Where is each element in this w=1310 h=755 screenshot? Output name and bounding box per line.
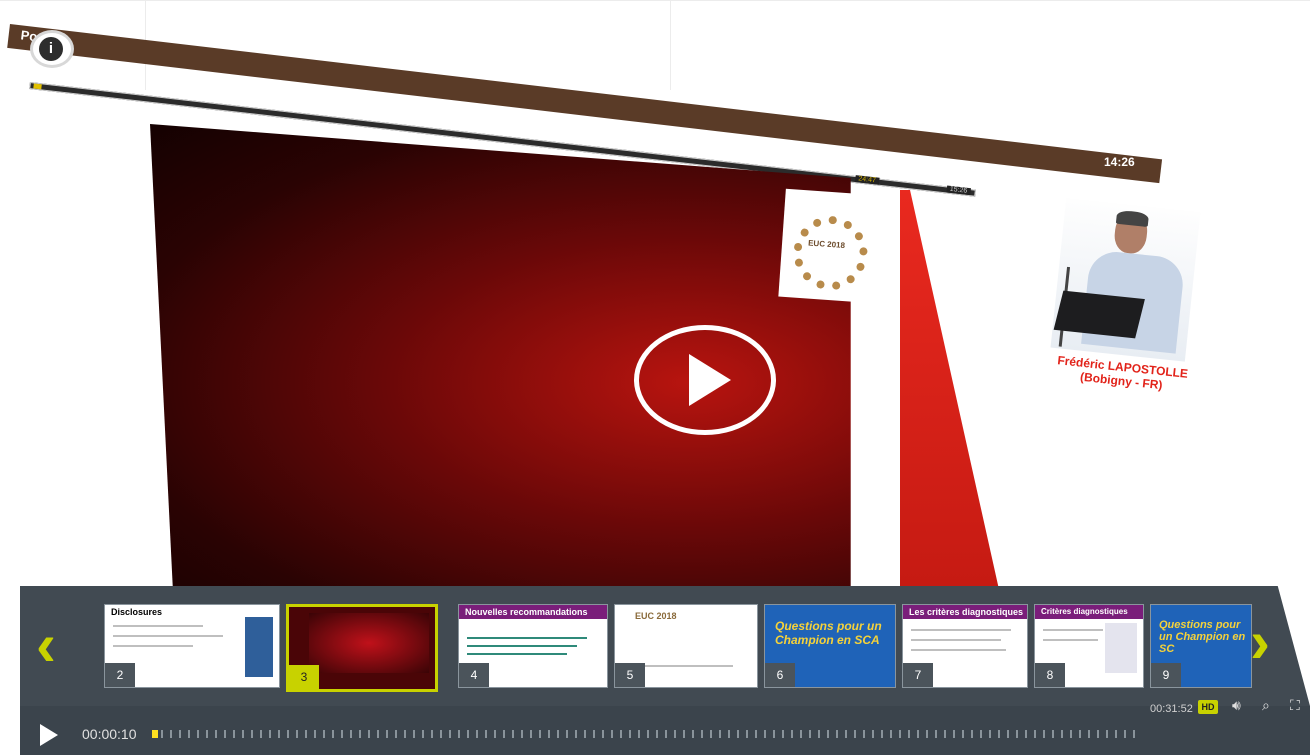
- clock-time: 14:26: [1104, 155, 1135, 169]
- play-button[interactable]: [40, 724, 58, 746]
- slide-number: 8: [1035, 663, 1065, 687]
- slide-number: 3: [289, 665, 319, 689]
- hd-toggle[interactable]: HD: [1198, 700, 1218, 714]
- video-frame-edge: [900, 190, 1000, 594]
- slide-number: 6: [765, 663, 795, 687]
- timeline-end-time: 15:26: [946, 185, 971, 196]
- zoom-icon[interactable]: ⌕: [1262, 697, 1270, 714]
- slide-thumb-4[interactable]: Nouvelles recommandations 4: [458, 604, 608, 688]
- volume-icon[interactable]: 🔊︎: [1232, 697, 1241, 714]
- slide-thumb-3[interactable]: 3: [286, 604, 438, 692]
- slide-title: Nouvelles recommandations: [465, 607, 588, 617]
- slide-title: Questions pour un Champion en SCA: [775, 619, 882, 647]
- slide-title: Questions pour un Champion en SC: [1159, 619, 1246, 655]
- slide-number: 4: [459, 663, 489, 687]
- slide-thumb-9[interactable]: Questions pour un Champion en SC 9: [1150, 604, 1252, 688]
- congress-logo: EUC 2018: [778, 188, 882, 304]
- slide-title: Disclosures: [111, 607, 163, 617]
- timeline-marker: [33, 83, 42, 90]
- info-icon: i: [39, 37, 63, 61]
- duration: 00:31:52: [1150, 703, 1193, 715]
- speaker-video: [1048, 198, 1201, 362]
- slide-number: 5: [615, 663, 645, 687]
- slide-title: Les critères diagnostiques: [909, 607, 1024, 617]
- info-button[interactable]: i: [30, 30, 74, 68]
- play-overlay-button[interactable]: [634, 325, 776, 435]
- chevron-left-icon[interactable]: ‹: [36, 615, 56, 675]
- slide-number: 9: [1151, 663, 1181, 687]
- slide-title: Critères diagnostiques: [1041, 607, 1128, 616]
- seek-progress: [152, 730, 158, 738]
- slide-thumb-5[interactable]: EUC 2018 5: [614, 604, 758, 688]
- slide-title: EUC 2018: [635, 611, 677, 621]
- seek-bar[interactable]: [152, 730, 1142, 738]
- slide-thumb-8[interactable]: Critères diagnostiques 8: [1034, 604, 1144, 688]
- laptop-icon: [1053, 290, 1145, 339]
- slide-thumb-7[interactable]: Les critères diagnostiques 7: [902, 604, 1028, 688]
- speaker-photo: [1050, 198, 1201, 362]
- logo-ring-icon: [791, 213, 871, 293]
- player-stage: Podium 24:47 15:26 14:26 EUC 2018 Frédér…: [0, 0, 1310, 755]
- slide-thumb-2[interactable]: Disclosures 2: [104, 604, 280, 688]
- slide-number: 2: [105, 663, 135, 687]
- slide-thumb-6[interactable]: Questions pour un Champion en SCA 6: [764, 604, 896, 688]
- current-time: 00:00:10: [82, 726, 137, 742]
- timeline-current-time: 24:47: [854, 175, 880, 185]
- chevron-right-icon[interactable]: ›: [1250, 612, 1270, 672]
- play-icon: [689, 354, 731, 406]
- slide-number: 7: [903, 663, 933, 687]
- fullscreen-icon[interactable]: ⛶: [1290, 697, 1300, 714]
